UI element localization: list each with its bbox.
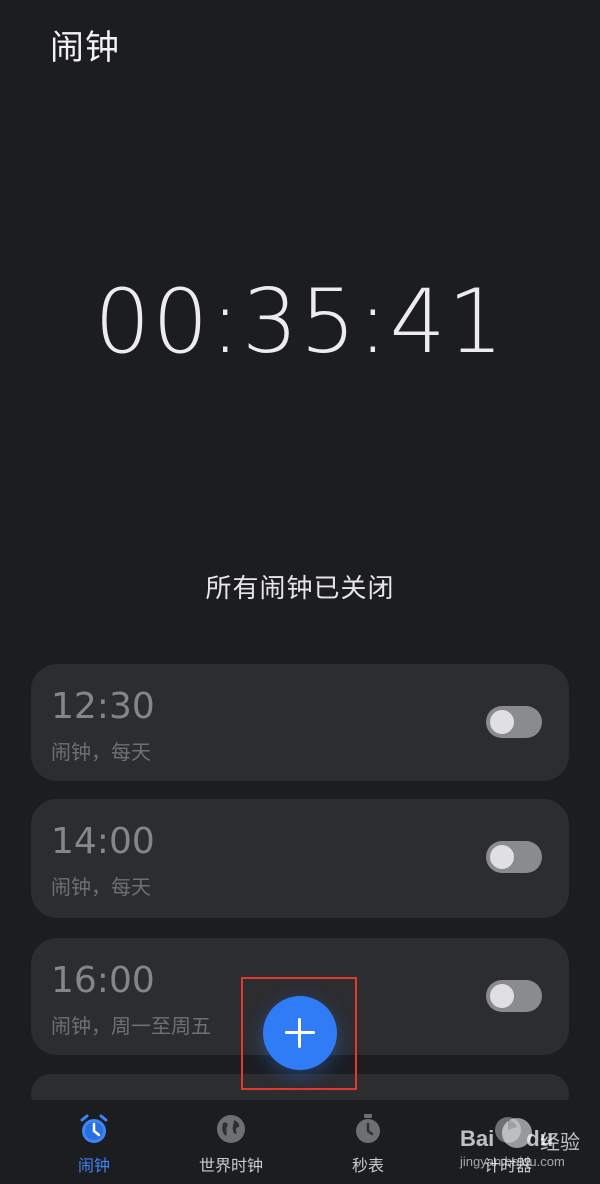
highlight-annotation-box bbox=[241, 977, 357, 1090]
paw-icon bbox=[502, 1118, 532, 1148]
alarm-toggle[interactable] bbox=[486, 980, 542, 1012]
alarms-status-text: 所有闹钟已关闭 bbox=[205, 574, 395, 604]
alarm-time: 16:00 bbox=[51, 960, 155, 1001]
nav-label: 秒表 bbox=[351, 1156, 384, 1175]
watermark-url: jingyan.baidu.com bbox=[460, 1154, 565, 1169]
nav-item-alarm[interactable]: 闹钟 bbox=[34, 1112, 154, 1176]
alarm-card[interactable]: 12:30 闹钟，每天 bbox=[31, 664, 569, 781]
alarm-clock-icon bbox=[80, 1114, 108, 1143]
alarm-time: 14:00 bbox=[51, 821, 155, 862]
alarm-description: 闹钟，周一至周五 bbox=[51, 1014, 211, 1038]
watermark-suffix: 经验 bbox=[540, 1130, 580, 1154]
alarm-toggle[interactable] bbox=[486, 706, 542, 738]
toggle-knob bbox=[490, 845, 514, 869]
page-title: 闹钟 bbox=[50, 28, 120, 68]
alarm-description: 闹钟，每天 bbox=[51, 875, 151, 899]
alarm-card[interactable]: 14:00 闹钟，每天 bbox=[31, 799, 569, 918]
current-time-display: 00:35:41 bbox=[94, 270, 506, 373]
toggle-knob bbox=[490, 710, 514, 734]
stopwatch-icon bbox=[356, 1114, 380, 1143]
alarm-toggle[interactable] bbox=[486, 841, 542, 873]
nav-item-stopwatch[interactable]: 秒表 bbox=[308, 1112, 428, 1176]
globe-icon bbox=[217, 1115, 245, 1143]
alarm-description: 闹钟，每天 bbox=[51, 740, 151, 764]
nav-label: 闹钟 bbox=[77, 1156, 110, 1175]
toggle-knob bbox=[490, 984, 514, 1008]
alarm-time: 12:30 bbox=[51, 686, 155, 727]
nav-label: 世界时钟 bbox=[198, 1156, 263, 1175]
nav-item-world-clock[interactable]: 世界时钟 bbox=[171, 1112, 291, 1176]
baidu-jingyan-watermark: Bai du 经验 jingyan.baidu.com bbox=[460, 1118, 600, 1184]
